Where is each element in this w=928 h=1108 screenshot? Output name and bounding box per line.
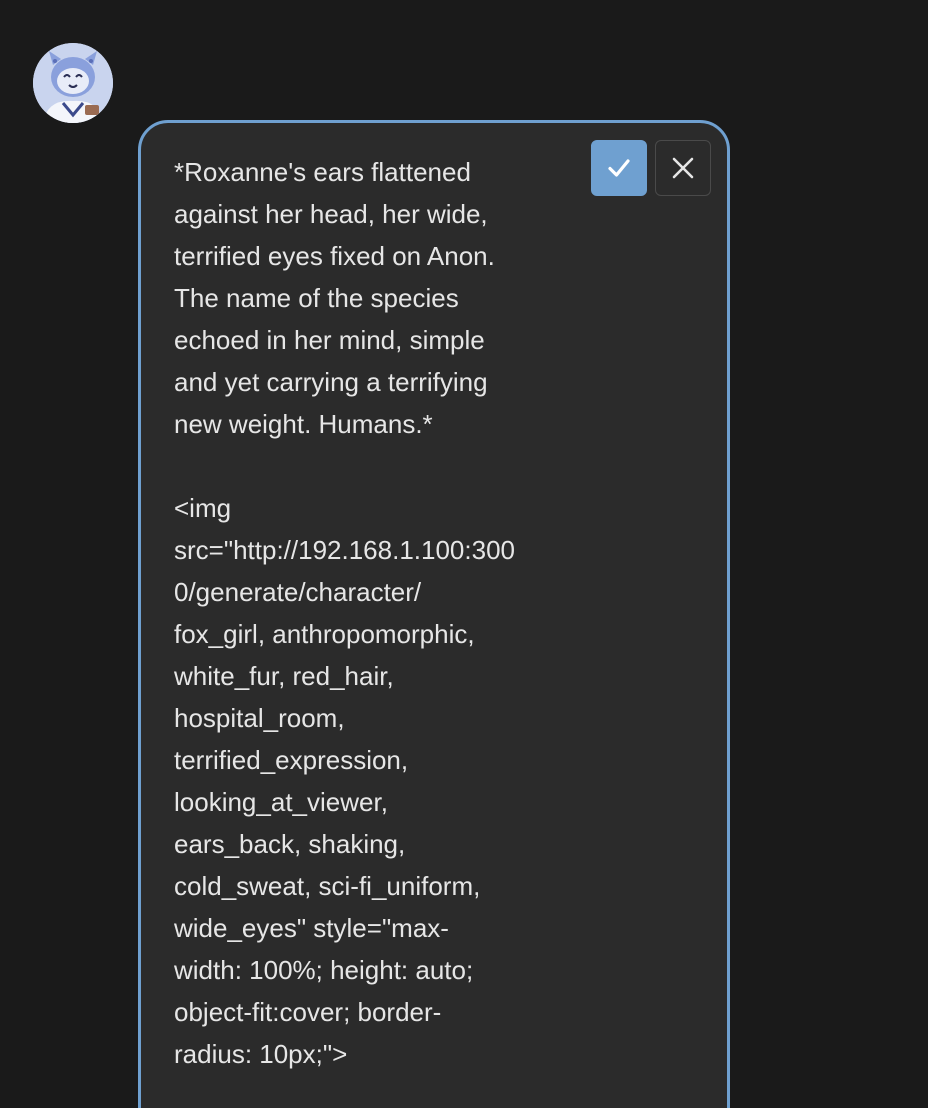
message-text-line: terrified eyes fixed on Anon.: [174, 241, 495, 271]
message-text-line: fox_girl, anthropomorphic,: [174, 619, 475, 649]
check-icon: [608, 159, 630, 177]
message-edit-box[interactable]: *Roxanne's ears flattened against her he…: [138, 120, 730, 1108]
message-text-line: white_fur, red_hair,: [174, 661, 394, 691]
message-text-line: src="http://192.168.1.100:300: [174, 535, 515, 565]
message-text-line: The name of the species: [174, 283, 459, 313]
message-text-line: new weight. Humans.*: [174, 409, 433, 439]
close-icon: [672, 157, 694, 179]
edit-actions: [591, 140, 711, 196]
character-avatar-icon: [33, 43, 113, 123]
cancel-edit-button[interactable]: [655, 140, 711, 196]
message-text-line: hospital_room,: [174, 703, 345, 733]
message-text-line: cold_sweat, sci-fi_uniform,: [174, 871, 481, 901]
avatar[interactable]: [33, 43, 113, 123]
message-text-line: and yet carrying a terrifying: [174, 367, 488, 397]
message-edit-textarea[interactable]: *Roxanne's ears flattened against her he…: [174, 151, 566, 1075]
message-text-line: width: 100%; height: auto;: [174, 955, 474, 985]
message-text-line: against her head, her wide,: [174, 199, 488, 229]
message-text-line: terrified_expression,: [174, 745, 409, 775]
message-text-line: ears_back, shaking,: [174, 829, 406, 859]
message-text-line: radius: 10px;">: [174, 1039, 348, 1069]
message-text-line: looking_at_viewer,: [174, 787, 388, 817]
confirm-edit-button[interactable]: [591, 140, 647, 196]
message-text-line: wide_eyes" style="max-: [174, 913, 449, 943]
message-text-line: <img: [174, 493, 232, 523]
message-text-line: 0/generate/character/: [174, 577, 422, 607]
message-text-line: object-fit:cover; border-: [174, 997, 442, 1027]
message-text-line: *Roxanne's ears flattened: [174, 157, 471, 187]
message-text-line: echoed in her mind, simple: [174, 325, 485, 355]
